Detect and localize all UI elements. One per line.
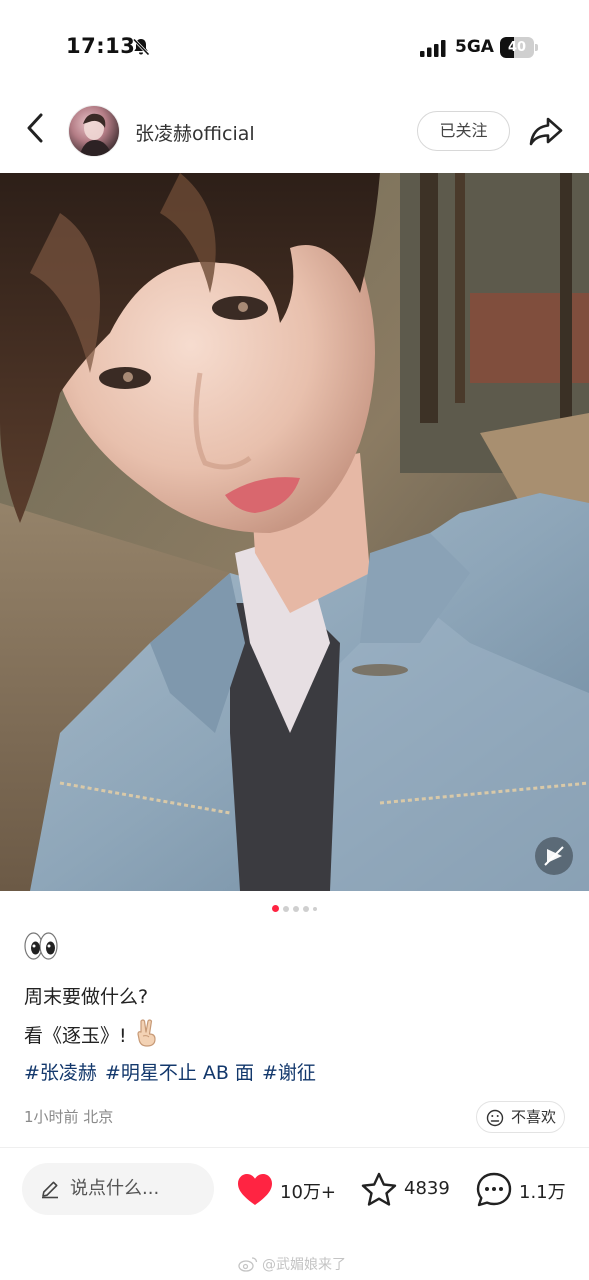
- collect-button[interactable]: 4839: [360, 1168, 460, 1212]
- heart-icon: [238, 1174, 272, 1205]
- caption-line-1: 周末要做什么?: [24, 986, 149, 1008]
- weibo-logo-icon: [238, 1257, 258, 1272]
- caption-line-2: 看《逐玉》!: [24, 1018, 161, 1048]
- follow-button[interactable]: 已关注: [417, 111, 510, 151]
- gallery-dot: [293, 905, 299, 912]
- hashtag-link[interactable]: #张凌赫: [24, 1062, 97, 1084]
- back-chevron-icon[interactable]: [18, 110, 54, 146]
- gallery-dot: [272, 905, 279, 912]
- battery-level: 40: [507, 40, 527, 55]
- star-icon: [361, 1172, 397, 1206]
- victory-hand-emoji-icon: [137, 1019, 156, 1047]
- author-name[interactable]: 张凌赫official: [135, 119, 255, 146]
- live-photo-icon[interactable]: [535, 837, 573, 875]
- divider: [0, 1147, 589, 1148]
- signal-icon: [420, 40, 446, 57]
- like-button[interactable]: 10万+: [236, 1168, 346, 1212]
- hashtag-list: #张凌赫 #明星不止 AB 面 #谢征: [24, 1058, 324, 1085]
- post-photo[interactable]: [0, 173, 589, 891]
- battery-icon: 40: [500, 37, 538, 58]
- network-type: 5GA: [455, 37, 494, 57]
- comment-button[interactable]: 1.1万: [475, 1168, 575, 1212]
- frown-face-icon: [486, 1109, 504, 1127]
- author-avatar[interactable]: [68, 105, 120, 157]
- gallery-dot: [313, 906, 317, 911]
- comment-input[interactable]: 说点什么...: [22, 1163, 214, 1215]
- caption-emoji: [24, 930, 58, 964]
- comment-bubble-icon: [476, 1172, 512, 1207]
- status-bar: 17:13 5GA 40: [0, 0, 589, 96]
- status-time: 17:13: [66, 34, 136, 58]
- gallery-dot: [303, 905, 309, 912]
- caption-line-2-text: 看《逐玉》!: [24, 1025, 127, 1047]
- comment-count: 1.1万: [519, 1182, 566, 1203]
- eyes-emoji-icon: [24, 932, 58, 960]
- pencil-icon: [42, 1181, 58, 1199]
- dislike-button[interactable]: 不喜欢: [476, 1101, 565, 1133]
- hashtag-link[interactable]: #谢征: [262, 1062, 316, 1084]
- gallery-dots: [0, 905, 589, 915]
- watermark: @武媚娘来了: [238, 1254, 346, 1274]
- mute-bell-icon: [132, 38, 150, 56]
- post-time-location: 1小时前 北京: [24, 1108, 114, 1126]
- dislike-label: 不喜欢: [511, 1108, 557, 1126]
- like-count: 10万+: [280, 1182, 336, 1203]
- gallery-dot: [283, 905, 289, 912]
- comment-placeholder: 说点什么...: [70, 1178, 160, 1199]
- hashtag-link[interactable]: #明星不止 AB 面: [105, 1062, 254, 1084]
- post-header: 张凌赫official 已关注: [0, 96, 589, 170]
- collect-count: 4839: [404, 1178, 450, 1199]
- watermark-text: @武媚娘来了: [262, 1257, 346, 1273]
- share-arrow-icon[interactable]: [527, 113, 565, 149]
